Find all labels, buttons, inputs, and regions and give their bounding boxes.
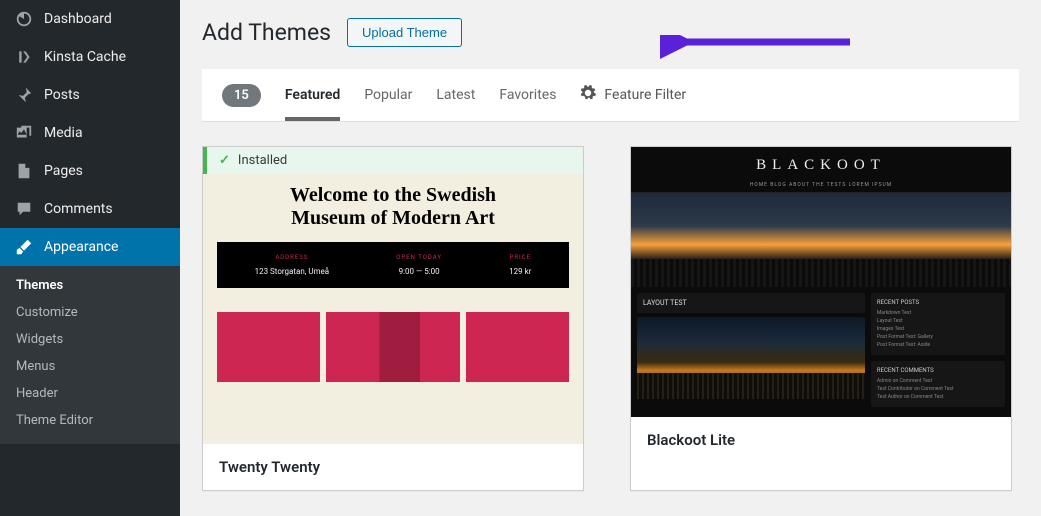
- appearance-submenu: Themes Customize Widgets Menus Header Th…: [0, 266, 180, 444]
- submenu-item-customize[interactable]: Customize: [0, 299, 180, 326]
- theme-preview: BLACKOOT HOME BLOG ABOUT THE TESTS LOREM…: [631, 147, 1011, 417]
- feature-filter-button[interactable]: Feature Filter: [580, 85, 686, 105]
- brush-icon: [14, 237, 34, 257]
- preview-layout-test: LAYOUT TEST: [637, 293, 865, 313]
- filter-tabs: Featured Popular Latest Favorites: [285, 81, 557, 109]
- theme-filter-bar: 15 Featured Popular Latest Favorites Fea…: [202, 69, 1019, 122]
- theme-count-badge: 15: [222, 84, 261, 107]
- menu-label: Media: [44, 125, 83, 141]
- menu-item-kinsta-cache[interactable]: Kinsta Cache: [0, 38, 180, 76]
- installed-label: Installed: [238, 153, 287, 168]
- submenu-item-header[interactable]: Header: [0, 380, 180, 407]
- menu-label: Pages: [44, 163, 83, 179]
- submenu-item-theme-editor[interactable]: Theme Editor: [0, 407, 180, 434]
- menu-item-posts[interactable]: Posts: [0, 76, 180, 114]
- pin-icon: [14, 85, 34, 105]
- menu-label: Kinsta Cache: [44, 49, 126, 65]
- theme-card-blackoot-lite[interactable]: BLACKOOT HOME BLOG ABOUT THE TESTS LOREM…: [630, 146, 1012, 491]
- preview-brand: BLACKOOT: [631, 157, 1011, 174]
- upload-theme-button[interactable]: Upload Theme: [347, 18, 462, 47]
- theme-card-twenty-twenty[interactable]: ✓ Installed Welcome to the Swedish Museu…: [202, 146, 584, 491]
- menu-label: Dashboard: [44, 11, 112, 27]
- submenu-item-menus[interactable]: Menus: [0, 353, 180, 380]
- preview-hero-line1: Welcome to the Swedish: [290, 184, 496, 206]
- gear-icon: [580, 85, 596, 105]
- page-header: Add Themes Upload Theme: [202, 18, 1019, 47]
- theme-grid: ✓ Installed Welcome to the Swedish Museu…: [202, 146, 1019, 491]
- menu-label: Appearance: [44, 239, 118, 255]
- menu-label: Comments: [44, 201, 113, 217]
- tab-latest[interactable]: Latest: [436, 81, 475, 109]
- theme-name: Twenty Twenty: [203, 444, 583, 490]
- media-icon: [14, 123, 34, 143]
- dashboard-icon: [14, 9, 34, 29]
- check-icon: ✓: [219, 153, 230, 168]
- menu-item-media[interactable]: Media: [0, 114, 180, 152]
- submenu-item-themes[interactable]: Themes: [0, 272, 180, 299]
- theme-name: Blackoot Lite: [631, 417, 1011, 463]
- page-title: Add Themes: [202, 19, 331, 46]
- tab-popular[interactable]: Popular: [364, 81, 412, 109]
- theme-preview: Welcome to the Swedish Museum of Modern …: [203, 174, 583, 444]
- submenu-item-widgets[interactable]: Widgets: [0, 326, 180, 353]
- menu-label: Posts: [44, 87, 80, 103]
- installed-banner: ✓ Installed: [203, 147, 583, 174]
- tab-featured[interactable]: Featured: [285, 81, 340, 121]
- kinsta-icon: [14, 47, 34, 67]
- menu-item-dashboard[interactable]: Dashboard: [0, 0, 180, 38]
- menu-item-appearance[interactable]: Appearance: [0, 228, 180, 266]
- page-icon: [14, 161, 34, 181]
- feature-filter-label: Feature Filter: [604, 87, 686, 103]
- menu-item-pages[interactable]: Pages: [0, 152, 180, 190]
- menu-item-comments[interactable]: Comments: [0, 190, 180, 228]
- admin-menu: Dashboard Kinsta Cache Posts Media Pages: [0, 0, 180, 266]
- preview-hero-line2: Museum of Modern Art: [291, 207, 495, 229]
- comment-icon: [14, 199, 34, 219]
- admin-sidebar: Dashboard Kinsta Cache Posts Media Pages: [0, 0, 180, 516]
- preview-nav: HOME BLOG ABOUT THE TESTS LOREM IPSUM: [631, 178, 1011, 193]
- content-area: Add Themes Upload Theme 15 Featured Popu…: [180, 0, 1041, 516]
- tab-favorites[interactable]: Favorites: [499, 81, 556, 109]
